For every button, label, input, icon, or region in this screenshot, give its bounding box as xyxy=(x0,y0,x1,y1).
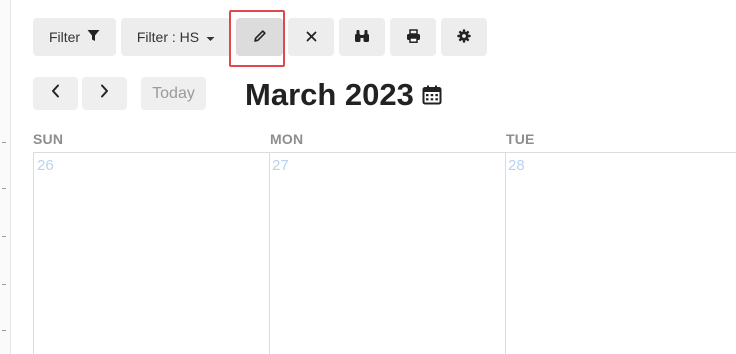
month-title: March 2023 xyxy=(245,77,442,113)
filter-hs-dropdown[interactable]: Filter : HS xyxy=(121,18,231,56)
date-navigation xyxy=(33,77,131,110)
settings-button[interactable] xyxy=(441,18,487,56)
day-header-tue: TUE xyxy=(506,131,535,147)
day-header-mon: MON xyxy=(270,131,304,147)
caret-down-icon xyxy=(206,29,215,45)
gear-icon xyxy=(457,28,471,46)
grid-column-line xyxy=(33,152,34,354)
chevron-right-icon xyxy=(100,84,109,103)
filter-hs-label: Filter : HS xyxy=(136,29,200,45)
clear-button[interactable] xyxy=(288,18,334,56)
calendar-page: Filter Filter : HS Today March 2023 SUN … xyxy=(0,0,736,354)
filter-button[interactable]: Filter xyxy=(33,18,116,56)
day-cell-date[interactable]: 28 xyxy=(508,157,525,174)
chevron-left-icon xyxy=(51,84,60,103)
toolbar: Filter Filter : HS xyxy=(33,18,487,56)
prev-button[interactable] xyxy=(33,77,78,110)
close-icon xyxy=(306,29,317,45)
day-cell-date[interactable]: 26 xyxy=(37,157,54,174)
gutter-tick xyxy=(2,284,6,285)
filter-label: Filter xyxy=(48,29,81,45)
calendar-icon[interactable] xyxy=(422,85,442,105)
grid-column-line xyxy=(505,152,506,354)
print-button[interactable] xyxy=(390,18,436,56)
pencil-icon xyxy=(253,29,267,46)
gutter-tick xyxy=(2,188,6,189)
next-button[interactable] xyxy=(82,77,127,110)
gutter-tick xyxy=(2,330,6,331)
gutter-tick xyxy=(2,236,6,237)
funnel-icon xyxy=(87,29,100,45)
gutter-tick xyxy=(2,142,6,143)
left-gutter xyxy=(0,0,11,354)
binoculars-icon xyxy=(354,29,370,46)
day-header-sun: SUN xyxy=(33,131,64,147)
month-title-text: March 2023 xyxy=(245,77,414,112)
edit-button[interactable] xyxy=(236,18,283,56)
day-cell-date[interactable]: 27 xyxy=(272,157,289,174)
grid-column-line xyxy=(269,152,270,354)
find-button[interactable] xyxy=(339,18,385,56)
printer-icon xyxy=(406,28,421,46)
today-button[interactable]: Today xyxy=(141,77,206,110)
grid-header-divider xyxy=(33,152,736,153)
